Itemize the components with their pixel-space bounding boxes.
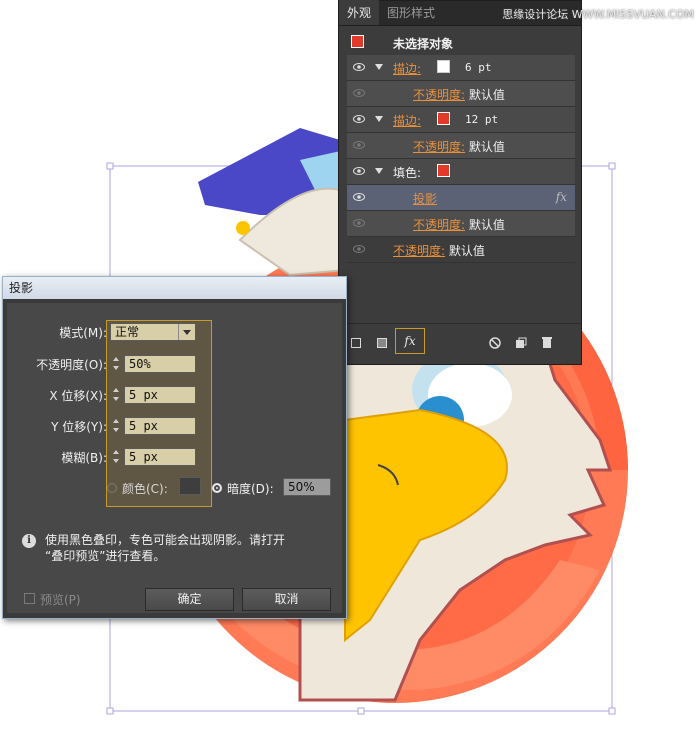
stroke-label[interactable]: 描边: xyxy=(393,112,421,129)
effect-label[interactable]: 投影 xyxy=(413,190,437,207)
y-offset-stepper[interactable]: 5 px xyxy=(110,417,196,435)
stroke-swatch[interactable] xyxy=(437,112,450,125)
blur-field[interactable]: 5 px xyxy=(124,448,196,466)
opacity-field[interactable]: 50% xyxy=(124,355,196,373)
chevron-down-icon[interactable] xyxy=(178,324,195,340)
opacity-label[interactable]: 不透明度: 默认值 xyxy=(413,86,505,103)
tab-appearance[interactable]: 外观 xyxy=(339,0,380,25)
add-effect-button[interactable]: fx xyxy=(395,328,425,354)
collapse-triangle-icon[interactable] xyxy=(375,116,383,122)
preview-checkbox[interactable] xyxy=(24,593,35,604)
row-opacity[interactable]: 不透明度: 默认值 xyxy=(347,211,575,237)
header-label: 未选择对象 xyxy=(393,37,454,51)
add-stroke-icon[interactable] xyxy=(351,338,361,348)
duplicate-item-icon[interactable] xyxy=(515,337,527,349)
fill-label[interactable]: 填色: xyxy=(393,164,421,181)
opacity-label: 不透明度(O): xyxy=(36,358,107,372)
row-opacity[interactable]: 不透明度: 默认值 xyxy=(347,133,575,159)
cancel-button[interactable]: 取消 xyxy=(242,588,331,611)
darkness-radio[interactable] xyxy=(212,483,222,493)
row-opacity[interactable]: 不透明度: 默认值 xyxy=(347,237,575,263)
eye-icon[interactable] xyxy=(353,167,365,175)
stroke-label[interactable]: 描边: xyxy=(393,60,421,77)
appearance-list: 未选择对象 描边: 6 pt 不透明度: 默认值 描边: 12 pt 不透明度:… xyxy=(347,29,575,263)
object-swatch xyxy=(351,35,364,48)
dialog-body: 模式(M): 正常 不透明度(O): 50% X 位移(X): 5 px Y 位… xyxy=(7,303,342,613)
eye-icon[interactable] xyxy=(353,141,365,149)
row-drop-shadow-effect[interactable]: 投影 fx xyxy=(347,185,575,211)
eye-icon[interactable] xyxy=(353,193,365,201)
stepper-arrows-icon[interactable] xyxy=(110,448,123,466)
add-fill-icon[interactable] xyxy=(377,338,387,348)
appearance-header: 未选择对象 xyxy=(347,29,575,55)
row-stroke-6pt[interactable]: 描边: 6 pt xyxy=(347,55,575,81)
info-icon: i xyxy=(22,534,36,548)
darkness-field[interactable]: 50% xyxy=(283,478,331,496)
watermark: 思缘设计论坛 WWW.MISSVUAN.COM xyxy=(502,8,694,21)
row-stroke-12pt[interactable]: 描边: 12 pt xyxy=(347,107,575,133)
x-offset-stepper[interactable]: 5 px xyxy=(110,386,196,404)
preview-label: 预览(P) xyxy=(40,593,81,607)
opacity-label[interactable]: 不透明度: 默认值 xyxy=(413,138,505,155)
mode-dropdown[interactable]: 正常 xyxy=(110,323,196,341)
color-label: 颜色(C): xyxy=(122,482,168,496)
opacity-stepper[interactable]: 50% xyxy=(110,355,196,373)
panel-footer: fx xyxy=(339,323,581,364)
fx-icon[interactable]: fx xyxy=(556,190,567,204)
dialog-title: 投影 xyxy=(3,277,346,299)
tab-graphic-styles[interactable]: 图形样式 xyxy=(379,0,443,25)
darkness-label: 暗度(D): xyxy=(227,482,274,496)
stepper-arrows-icon[interactable] xyxy=(110,355,123,373)
collapse-triangle-icon[interactable] xyxy=(375,168,383,174)
eye-icon[interactable] xyxy=(353,89,365,97)
blur-label: 模糊(B): xyxy=(61,451,107,465)
color-swatch[interactable] xyxy=(179,477,201,495)
eye-icon[interactable] xyxy=(353,219,365,227)
stepper-arrows-icon[interactable] xyxy=(110,417,123,435)
mode-label: 模式(M): xyxy=(59,326,107,340)
blur-stepper[interactable]: 5 px xyxy=(110,448,196,466)
stroke-swatch[interactable] xyxy=(437,60,450,73)
row-fill[interactable]: 填色: xyxy=(347,159,575,185)
y-offset-label: Y 位移(Y): xyxy=(51,420,107,434)
info-text: 使用黑色叠印，专色可能会出现阴影。请打开 “叠印预览”进行查看。 xyxy=(45,533,286,563)
row-opacity[interactable]: 不透明度: 默认值 xyxy=(347,81,575,107)
opacity-label[interactable]: 不透明度: 默认值 xyxy=(393,242,485,259)
drop-shadow-dialog: 投影 模式(M): 正常 不透明度(O): 50% X 位移(X): 5 px … xyxy=(2,276,347,619)
stroke-weight: 12 pt xyxy=(465,113,499,126)
x-offset-field[interactable]: 5 px xyxy=(124,386,196,404)
eye-icon[interactable] xyxy=(353,63,365,71)
collapse-triangle-icon[interactable] xyxy=(375,64,383,70)
y-offset-field[interactable]: 5 px xyxy=(124,417,196,435)
color-radio[interactable] xyxy=(107,483,117,493)
ok-button[interactable]: 确定 xyxy=(145,588,234,611)
fill-swatch[interactable] xyxy=(437,164,450,177)
clear-appearance-icon[interactable] xyxy=(489,337,501,349)
opacity-label[interactable]: 不透明度: 默认值 xyxy=(413,216,505,233)
x-offset-label: X 位移(X): xyxy=(49,389,107,403)
stroke-weight: 6 pt xyxy=(465,61,492,74)
stepper-arrows-icon[interactable] xyxy=(110,386,123,404)
eye-icon[interactable] xyxy=(353,115,365,123)
trash-icon[interactable] xyxy=(541,336,553,349)
eye-icon[interactable] xyxy=(353,245,365,253)
appearance-panel: 外观 图形样式 未选择对象 描边: 6 pt 不透明度: 默认值 描边: 12 … xyxy=(338,0,582,365)
